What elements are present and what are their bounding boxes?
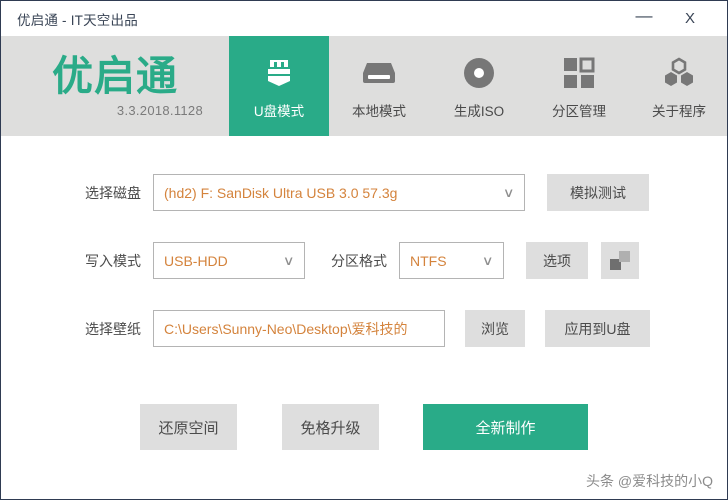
app-version: 3.3.2018.1128 — [116, 103, 203, 118]
write-mode-value: USB-HDD — [164, 252, 228, 269]
label-select-wallpaper: 选择壁纸 — [85, 320, 141, 337]
label-partition-format: 分区格式 — [331, 252, 387, 269]
wallpaper-path-input[interactable]: C:\Users\Sunny-Neo\Desktop\爱科技的 — [153, 310, 445, 347]
row-select-disk: 选择磁盘 (hd2) F: SanDisk Ultra USB 3.0 57.3… — [1, 174, 727, 211]
chevron-down-icon: ∨ — [482, 252, 495, 268]
window-controls: — X — [621, 1, 727, 36]
window-title: 优启通 - IT天空出品 — [17, 12, 138, 28]
format-free-upgrade-button[interactable]: 免格升级 — [282, 404, 379, 450]
wallpaper-path-value: C:\Users\Sunny-Neo\Desktop\爱科技的 — [164, 320, 408, 337]
app-logo: 优启通 — [52, 52, 178, 100]
restore-space-button[interactable]: 还原空间 — [140, 404, 237, 450]
chevron-down-icon: ∨ — [503, 184, 516, 200]
hexagons-icon — [662, 52, 696, 94]
tab-generate-iso[interactable]: 生成ISO — [429, 36, 529, 136]
tab-label-generate-iso: 生成ISO — [453, 104, 505, 119]
tab-label-local-mode: 本地模式 — [352, 104, 406, 119]
hard-disk-icon — [361, 52, 397, 94]
tab-label-about-program: 关于程序 — [652, 104, 706, 119]
row-select-wallpaper: 选择壁纸 C:\Users\Sunny-Neo\Desktop\爱科技的 浏览 … — [1, 310, 727, 347]
disc-icon — [462, 52, 496, 94]
chevron-down-icon: ∨ — [283, 252, 296, 268]
app-window: 优启通 - IT天空出品 — X 优启通 3.3.2018.1128 U盘模式 … — [0, 0, 728, 500]
row-actions: 还原空间 免格升级 全新制作 — [1, 404, 727, 450]
tab-label-partition-manager: 分区管理 — [552, 104, 606, 119]
simulate-test-button[interactable]: 模拟测试 — [547, 174, 649, 211]
main-content: 选择磁盘 (hd2) F: SanDisk Ultra USB 3.0 57.3… — [1, 136, 727, 499]
tab-partition-manager[interactable]: 分区管理 — [529, 36, 629, 136]
brand-block: 优启通 3.3.2018.1128 — [1, 36, 229, 136]
tab-usb-mode[interactable]: U盘模式 — [229, 36, 329, 136]
two-squares-icon-button[interactable] — [601, 242, 639, 279]
minimize-icon[interactable]: — — [621, 0, 667, 39]
watermark: 头条 @爱科技的小Q — [586, 473, 713, 489]
tab-label-usb-mode: U盘模式 — [253, 104, 305, 119]
partition-format-value: NTFS — [410, 252, 447, 269]
app-header: 优启通 3.3.2018.1128 U盘模式 本地模式 生成ISO 分区管理 关… — [1, 36, 727, 136]
write-mode-select[interactable]: USB-HDD ∨ — [153, 242, 305, 279]
grid-icon — [563, 52, 595, 94]
close-icon[interactable]: X — [667, 1, 713, 36]
label-select-disk: 选择磁盘 — [85, 184, 141, 201]
browse-button[interactable]: 浏览 — [465, 310, 525, 347]
label-write-mode: 写入模式 — [85, 252, 141, 269]
disk-select-value: (hd2) F: SanDisk Ultra USB 3.0 57.3g — [164, 184, 398, 201]
row-write-mode: 写入模式 USB-HDD ∨ 分区格式 NTFS ∨ 选项 — [1, 242, 727, 279]
new-build-button[interactable]: 全新制作 — [423, 404, 588, 450]
title-bar: 优启通 - IT天空出品 — X — [1, 1, 727, 36]
partition-format-select[interactable]: NTFS ∨ — [399, 242, 504, 279]
apply-to-usb-button[interactable]: 应用到U盘 — [545, 310, 650, 347]
main-nav: U盘模式 本地模式 生成ISO 分区管理 关于程序 — [229, 36, 728, 136]
usb-drive-icon — [262, 52, 296, 94]
tab-about-program[interactable]: 关于程序 — [629, 36, 728, 136]
options-button[interactable]: 选项 — [526, 242, 588, 279]
disk-select[interactable]: (hd2) F: SanDisk Ultra USB 3.0 57.3g ∨ — [153, 174, 525, 211]
two-squares-icon — [610, 250, 630, 271]
tab-local-mode[interactable]: 本地模式 — [329, 36, 429, 136]
